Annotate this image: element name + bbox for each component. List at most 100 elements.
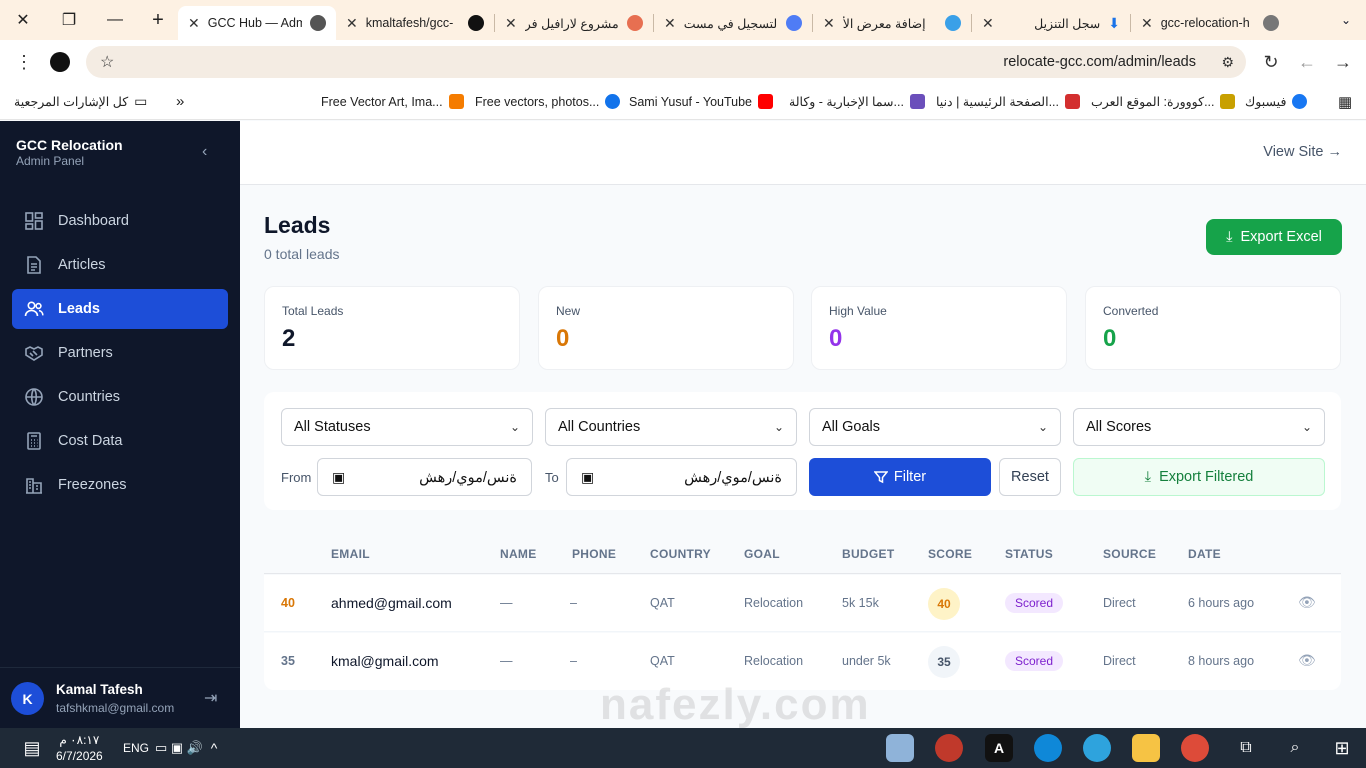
download-icon: ⤓ [1144,469,1152,485]
download-icon: ⬇ [1108,14,1120,31]
system-tray-icons[interactable]: ▭ ▣ 🔊 [154,728,204,768]
menu-dots-icon[interactable]: ⋮ [6,44,42,80]
tab-gcc-relocation[interactable]: ✕ gcc-relocation-h [1131,7,1289,39]
admin-sidebar: GCC Relocation Admin Panel ‹ Dashboard A… [0,121,240,728]
score-select[interactable]: All Scores ⌄ [1073,408,1325,446]
table-row[interactable]: 40 ahmed@gmail.com — – QAT Relocation 5k… [264,575,1341,632]
sidebar-item-articles[interactable]: Articles [12,245,228,285]
sidebar-item-partners[interactable]: Partners [12,333,228,373]
logout-icon[interactable]: ⇥ [204,688,217,708]
user-panel: K Kamal Tafesh tafshkmal@gmail.com ⇥ [0,667,240,728]
close-tab-icon[interactable]: ✕ [664,15,676,32]
bookmark-kooora[interactable]: كووورة: الموقع العرب... [1091,94,1236,109]
profile-icon[interactable] [42,44,78,80]
bookmark-facebook[interactable]: فيسبوك [1245,94,1308,109]
tab-github[interactable]: ✕ kmaltafesh/gcc- [336,7,494,39]
window-close-button[interactable]: ✕ [0,0,46,40]
apps-grid-icon[interactable]: ▦ [1338,93,1352,111]
top-header: View Site → [240,121,1366,185]
filter-icon [873,471,888,484]
clock[interactable]: ٠٨:١٧ م 6/7/2026 [56,732,103,764]
site-settings-icon[interactable]: ⚙ [1221,54,1234,71]
building-icon [26,478,42,494]
view-site-link[interactable]: View Site → [1263,144,1342,160]
filter-button[interactable]: Filter [809,458,991,496]
close-tab-icon[interactable]: ✕ [188,15,200,32]
tab-register[interactable]: ✕ التسجيل في مست [654,7,812,39]
forward-icon[interactable]: → [1325,44,1361,80]
view-eye-icon[interactable]: 👁 [1298,594,1316,611]
bookmark-star-icon[interactable]: ☆ [100,52,114,72]
export-filtered-button[interactable]: ⤓ Export Filtered [1073,458,1325,496]
chrome-icon[interactable] [1181,734,1209,762]
new-tab-button[interactable]: + [138,0,178,40]
url-text[interactable]: relocate-gcc.com/admin/leads [1003,54,1196,70]
task-view-icon[interactable]: ⧉ [1230,728,1262,768]
tab-gallery[interactable]: ✕ إضافة معرض الأ [813,7,971,39]
github-icon [468,15,484,31]
bookmark-donia[interactable]: الصفحة الرئيسية | دنيا... [936,94,1080,109]
avatar: K [11,682,44,715]
bookmark-vecteezy[interactable]: Free Vector Art, Ima... [321,94,464,109]
close-tab-icon[interactable]: ✕ [505,15,517,32]
tray-expand-icon[interactable]: ^ [202,728,226,768]
start-windows-icon[interactable]: ⊞ [1326,728,1358,768]
more-bookmarks-icon[interactable]: » [176,93,184,110]
user-name: Kamal Tafesh [56,682,143,697]
reload-icon[interactable]: ↻ [1253,44,1289,80]
sidebar-item-freezones[interactable]: Freezones [12,465,228,505]
language-indicator[interactable]: ENG [118,728,154,768]
calendar-icon[interactable]: ▣ [332,469,345,486]
app-icon[interactable] [886,734,914,762]
status-select[interactable]: All Statuses ⌄ [281,408,533,446]
bookmark-freepik[interactable]: Free vectors, photos... [475,94,621,109]
tab-gcc-hub[interactable]: ✕ GCC Hub — Adm [178,6,336,40]
sidebar-item-countries[interactable]: Countries [12,377,228,417]
close-tab-icon[interactable]: ✕ [823,15,835,32]
file-explorer-icon[interactable] [1132,734,1160,762]
goal-select[interactable]: All Goals ⌄ [809,408,1061,446]
bookmark-youtube[interactable]: Sami Yusuf - YouTube [629,94,774,109]
windows-taskbar: ▤ ٠٨:١٧ م 6/7/2026 ENG ▭ ▣ 🔊 ^ A ⧉ ⌕ ⊞ [0,728,1366,768]
dashboard-icon [25,212,43,230]
country-select[interactable]: All Countries ⌄ [545,408,797,446]
download-icon: ⤓ [1226,229,1233,245]
omnibox[interactable]: ☆ relocate-gcc.com/admin/leads ⚙ [86,46,1246,78]
collapse-sidebar-icon[interactable]: ‹ [202,143,207,161]
export-excel-button[interactable]: ⤓ Export Excel [1206,219,1342,255]
status-badge: Scored [1005,651,1064,671]
to-date-input[interactable]: ▣ ةنس/موي/رهش [566,458,797,496]
app-icon[interactable]: A [985,734,1013,762]
tab-downloads[interactable]: ✕ سجل التنزيل ⬇ [972,7,1130,39]
chevron-down-icon: ⌄ [773,420,784,434]
sidebar-item-cost-data[interactable]: Cost Data [12,421,228,461]
view-eye-icon[interactable]: 👁 [1298,652,1316,669]
tab-search-icon[interactable]: ⌄ [1326,0,1366,40]
reset-button[interactable]: Reset [999,458,1061,496]
score-badge: 40 [928,588,960,620]
notification-icon[interactable]: ▤ [14,728,50,768]
all-bookmarks[interactable]: كل الإشارات المرجعية ▭ [14,93,147,110]
telegram-icon[interactable] [1083,734,1111,762]
site-icon [945,15,961,31]
window-minimize-button[interactable]: — [92,0,138,40]
sidebar-item-dashboard[interactable]: Dashboard [12,201,228,241]
back-icon[interactable]: ← [1289,44,1325,80]
calendar-icon[interactable]: ▣ [581,469,594,486]
app-icon[interactable] [935,734,963,762]
handshake-icon [25,346,43,361]
sidebar-item-leads[interactable]: Leads [12,289,228,329]
donia-icon [1064,94,1080,109]
edge-icon[interactable] [1034,734,1062,762]
bookmark-sama[interactable]: سما الإخبارية - وكالة... [789,94,925,109]
tab-laravel[interactable]: ✕ مشروع لارافيل فر [495,7,653,39]
close-tab-icon[interactable]: ✕ [982,15,994,32]
from-label: From [281,470,312,485]
close-tab-icon[interactable]: ✕ [1141,15,1153,32]
status-badge: Scored [1005,593,1064,613]
claude-icon [627,15,643,31]
from-date-input[interactable]: ▣ ةنس/موي/رهش [317,458,532,496]
close-tab-icon[interactable]: ✕ [346,15,358,32]
search-icon[interactable]: ⌕ [1279,728,1311,768]
window-restore-button[interactable]: ❐ [46,0,92,40]
